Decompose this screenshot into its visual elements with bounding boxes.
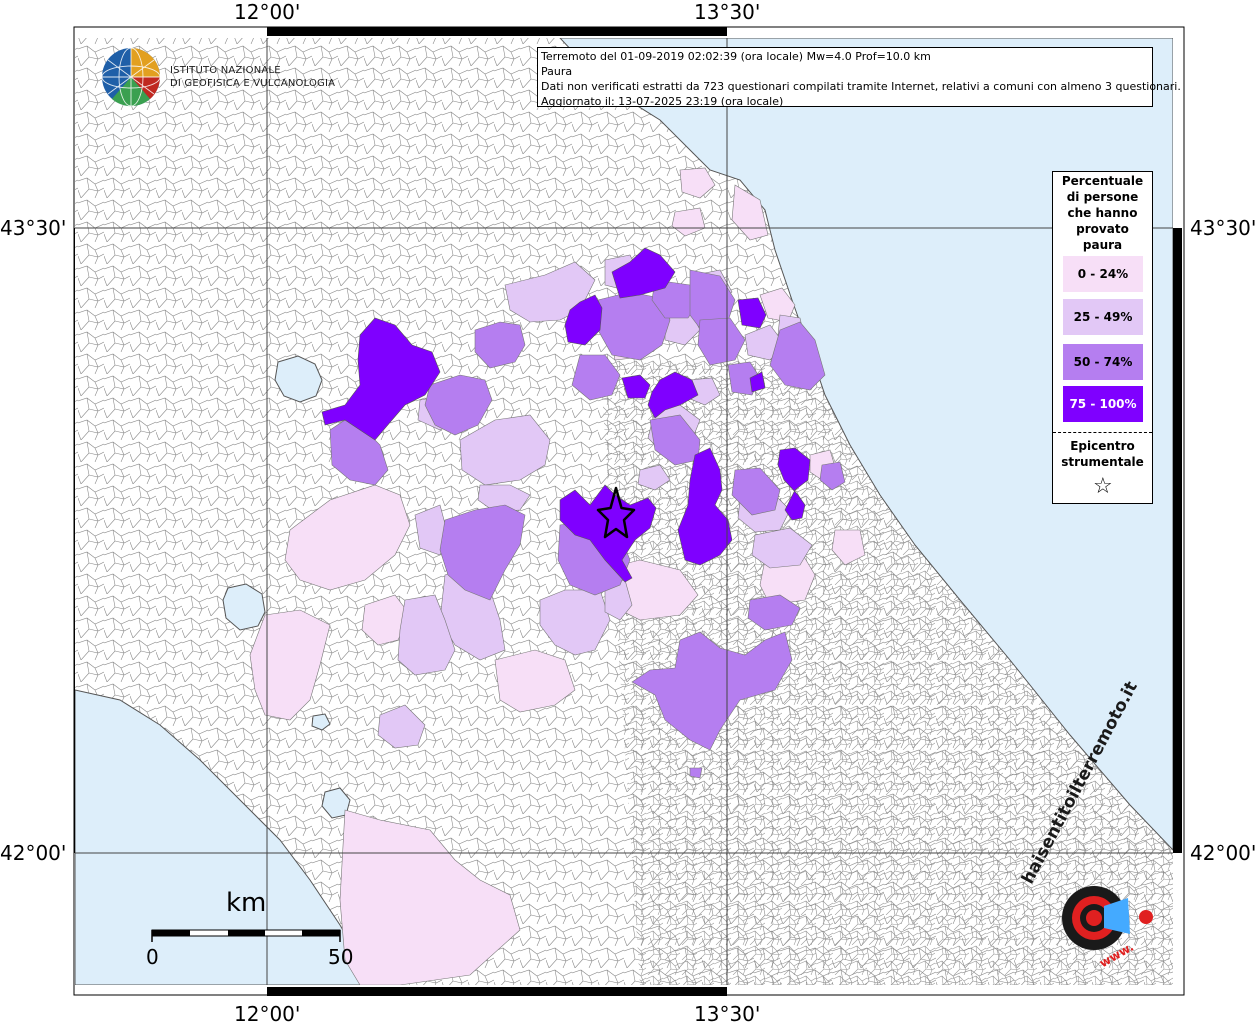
frame-bar-bottom: [267, 987, 727, 996]
ingv-globe-icon: [101, 47, 161, 107]
lat-label-left-top: 43°30': [0, 216, 67, 240]
scale-end: 50: [328, 945, 354, 969]
lon-label-bottom-left: 12°00': [234, 1002, 301, 1026]
lat-label-right-bottom: 42°00': [1190, 841, 1255, 865]
frame-bar-top: [267, 27, 727, 36]
institute-line-1: ISTITUTO NAZIONALE: [170, 65, 281, 76]
event-info-line-2: Paura: [541, 65, 573, 78]
scale-unit: km: [226, 888, 267, 918]
legend-epicenter-line: strumentale: [1061, 455, 1144, 469]
legend-title-line: Percentuale: [1061, 174, 1144, 188]
lat-label-right-top: 43°30': [1190, 216, 1255, 240]
lon-label-top-left: 12°00': [234, 0, 301, 24]
legend-title-line: di persone: [1066, 190, 1139, 204]
lon-label-bottom-right: 13°30': [694, 1002, 761, 1026]
event-info-line-1: Terremoto del 01-09-2019 02:02:39 (ora l…: [541, 50, 931, 63]
scale-start: 0: [146, 945, 159, 969]
event-info-line-3: Dati non verificati estratti da 723 ques…: [541, 80, 1181, 93]
lat-label-left-bottom: 42°00': [0, 841, 67, 865]
institute-name: ISTITUTO NAZIONALE DI GEOFISICA E VULCAN…: [170, 64, 335, 90]
legend-epicenter-line: Epicentro: [1070, 439, 1135, 453]
event-info-line-4: Aggiornato il: 13-07-2025 23:19 (ora loc…: [541, 95, 784, 108]
institute-line-2: DI GEOFISICA E VULCANOLOGIA: [170, 78, 336, 89]
event-info-box: Terremoto del 01-09-2019 02:02:39 (ora l…: [537, 47, 1181, 108]
legend-item-25-49: 25 - 49%: [1063, 299, 1143, 335]
map-canvas: [73, 26, 1185, 996]
legend: Percentuale di persone che hanno provato…: [1052, 171, 1153, 504]
lon-label-top-right: 13°30': [694, 0, 761, 24]
legend-epicenter-title: Epicentro strumentale: [1053, 438, 1152, 470]
legend-title-line: che hanno: [1067, 206, 1138, 220]
legend-star-icon: ☆: [1093, 474, 1113, 499]
legend-title-line: provato: [1076, 222, 1129, 236]
legend-title-line: paura: [1082, 238, 1123, 252]
legend-item-50-74: 50 - 74%: [1063, 344, 1143, 380]
legend-title: Percentuale di persone che hanno provato…: [1053, 173, 1152, 253]
legend-item-0-24: 0 - 24%: [1063, 256, 1143, 292]
legend-item-75-100: 75 - 100%: [1063, 386, 1143, 422]
frame-bar-right: [1173, 228, 1182, 853]
legend-separator: [1053, 432, 1152, 433]
